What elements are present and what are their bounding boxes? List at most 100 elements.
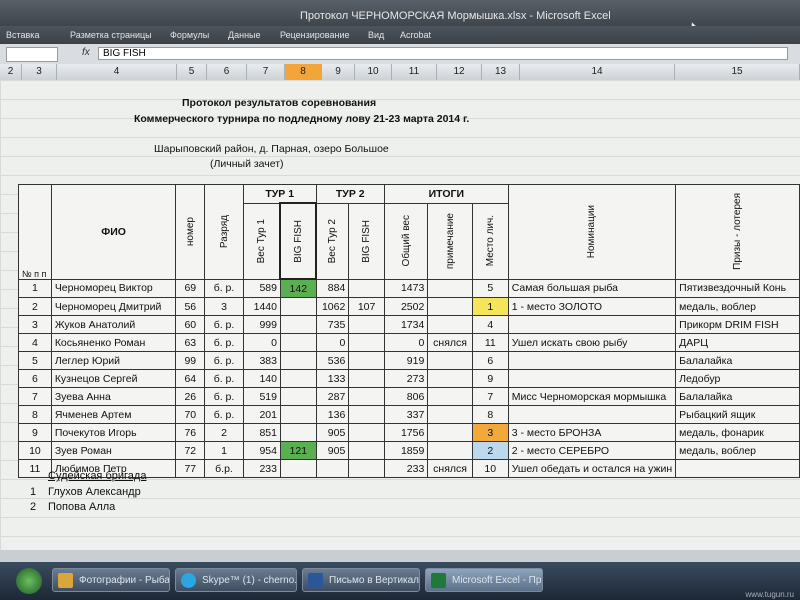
razryad-cell[interactable]: б. р.	[204, 278, 244, 298]
razryad-cell[interactable]: б. р.	[204, 315, 244, 334]
tab-formulas[interactable]: Формулы	[170, 30, 209, 40]
ves-tur2-cell[interactable]	[315, 459, 350, 478]
prize-cell[interactable]: Пятизвездочный Конь	[675, 278, 800, 298]
ves-tur2-cell[interactable]: 1062	[315, 297, 350, 316]
taskbar-item-word[interactable]: Письмо в Вертикал...	[302, 568, 420, 592]
bigfish2-cell[interactable]	[348, 351, 385, 370]
table-row[interactable]: 7 Зуева Анна 26 б. р. 519 287 806 7 Мисс Черномо…	[18, 387, 800, 406]
taskbar-item-excel[interactable]: Microsoft Excel - Пр...	[425, 568, 543, 592]
razryad-cell[interactable]: б. р.	[204, 333, 244, 352]
nomination-cell[interactable]	[507, 315, 677, 334]
nomination-cell[interactable]: Ушел искать свою рыбу	[507, 333, 677, 352]
ves-tur2-cell[interactable]: 0	[315, 333, 350, 352]
total-cell[interactable]: 1859	[383, 441, 429, 460]
bigfish2-cell[interactable]	[348, 315, 385, 334]
fio-cell[interactable]: Ячменев Артем	[50, 405, 177, 424]
tab-page-layout[interactable]: Разметка страницы	[70, 30, 152, 40]
row-num[interactable]: 4	[18, 333, 52, 352]
note-cell[interactable]	[427, 351, 473, 370]
total-cell[interactable]: 233	[383, 459, 429, 478]
row-num[interactable]: 9	[18, 423, 52, 442]
ves-tur2-cell[interactable]: 735	[315, 315, 350, 334]
ves-tur1-cell[interactable]: 201	[242, 405, 281, 424]
prize-cell[interactable]: медаль, воблер	[675, 441, 800, 460]
prize-cell[interactable]: Прикорм DRIM FISH	[675, 315, 800, 334]
row-num[interactable]: 11	[18, 459, 52, 478]
header-bigfish1-cell[interactable]: BIG FISH	[279, 202, 318, 280]
bigfish1-cell[interactable]	[279, 315, 317, 334]
col-header[interactable]: 5	[177, 64, 207, 80]
fio-cell[interactable]: Жуков Анатолий	[50, 315, 177, 334]
ves-tur1-cell[interactable]: 954	[242, 441, 281, 460]
row-num[interactable]: 7	[18, 387, 52, 406]
nomer-cell[interactable]: 76	[175, 423, 206, 442]
bigfish1-cell[interactable]: 121	[279, 441, 317, 460]
col-header[interactable]: 7	[247, 64, 285, 80]
ves-tur1-cell[interactable]: 0	[242, 333, 281, 352]
spreadsheet-grid[interactable]: Протокол результатов соревнования Коммер…	[0, 80, 800, 550]
nomer-cell[interactable]: 56	[175, 297, 206, 316]
bigfish2-cell[interactable]	[348, 369, 385, 388]
bigfish1-cell[interactable]	[279, 351, 317, 370]
col-header[interactable]: 6	[207, 64, 247, 80]
ves-tur1-cell[interactable]: 589	[242, 278, 281, 298]
ves-tur2-cell[interactable]: 905	[315, 441, 350, 460]
razryad-cell[interactable]: 2	[204, 423, 244, 442]
ves-tur1-cell[interactable]: 383	[242, 351, 281, 370]
place-cell[interactable]: 4	[471, 315, 509, 334]
total-cell[interactable]: 273	[383, 369, 429, 388]
name-box[interactable]	[6, 47, 58, 62]
col-header[interactable]: 12	[437, 64, 482, 80]
bigfish1-cell[interactable]	[279, 387, 317, 406]
total-cell[interactable]: 2502	[383, 297, 429, 316]
total-cell[interactable]: 1734	[383, 315, 429, 334]
bigfish1-cell[interactable]	[279, 423, 317, 442]
nomer-cell[interactable]: 99	[175, 351, 206, 370]
prize-cell[interactable]	[675, 459, 800, 478]
col-header[interactable]: 15	[675, 64, 800, 80]
ves-tur2-cell[interactable]: 133	[315, 369, 350, 388]
table-row[interactable]: 3 Жуков Анатолий 60 б. р. 999 735 1734 4 Прикорм…	[18, 315, 800, 334]
place-cell[interactable]: 3	[471, 423, 509, 442]
total-cell[interactable]: 1473	[383, 278, 429, 298]
razryad-cell[interactable]: б. р.	[204, 405, 244, 424]
tab-review[interactable]: Рецензирование	[280, 30, 350, 40]
ves-tur1-cell[interactable]: 851	[242, 423, 281, 442]
ves-tur2-cell[interactable]: 536	[315, 351, 350, 370]
place-cell[interactable]: 8	[471, 405, 509, 424]
nomination-cell[interactable]: 2 - место СЕРЕБРО	[507, 441, 677, 460]
bigfish2-cell[interactable]	[348, 423, 385, 442]
col-header-selected[interactable]: 8	[285, 64, 322, 80]
bigfish2-cell[interactable]: 107	[348, 297, 385, 316]
nomer-cell[interactable]: 69	[175, 278, 206, 298]
prize-cell[interactable]: медаль, фонарик	[675, 423, 800, 442]
taskbar-item-photos[interactable]: Фотографии - Рыба...	[52, 568, 170, 592]
fio-cell[interactable]: Леглер Юрий	[50, 351, 177, 370]
bigfish1-cell[interactable]	[279, 459, 317, 478]
ves-tur2-cell[interactable]: 136	[315, 405, 350, 424]
total-cell[interactable]: 919	[383, 351, 429, 370]
formula-input[interactable]: BIG FISH	[98, 47, 788, 60]
fio-cell[interactable]: Зуева Анна	[50, 387, 177, 406]
bigfish2-cell[interactable]	[348, 441, 385, 460]
col-header[interactable]: 4	[57, 64, 177, 80]
prize-cell[interactable]: Балалайка	[675, 387, 800, 406]
nomination-cell[interactable]	[507, 351, 677, 370]
row-num[interactable]: 2	[18, 297, 52, 316]
bigfish1-cell[interactable]	[279, 405, 317, 424]
nomination-cell[interactable]: Ушел обедать и остался на ужин	[507, 459, 677, 478]
note-cell[interactable]	[427, 369, 473, 388]
bigfish1-cell[interactable]	[279, 297, 317, 316]
col-header[interactable]: 14	[520, 64, 675, 80]
row-num[interactable]: 6	[18, 369, 52, 388]
ves-tur2-cell[interactable]: 287	[315, 387, 350, 406]
note-cell[interactable]	[427, 315, 473, 334]
table-row[interactable]: 1 Черноморец Виктор 69 б. р. 589 142 884 1473 5 С…	[18, 278, 800, 298]
bigfish2-cell[interactable]	[348, 405, 385, 424]
prize-cell[interactable]: Ледобур	[675, 369, 800, 388]
bigfish2-cell[interactable]	[348, 333, 385, 352]
table-row[interactable]: 5 Леглер Юрий 99 б. р. 383 536 919 6 Балалайка	[18, 351, 800, 370]
fio-cell[interactable]: Черноморец Дмитрий	[50, 297, 177, 316]
ves-tur1-cell[interactable]: 233	[242, 459, 281, 478]
bigfish1-cell[interactable]: 142	[279, 278, 317, 298]
